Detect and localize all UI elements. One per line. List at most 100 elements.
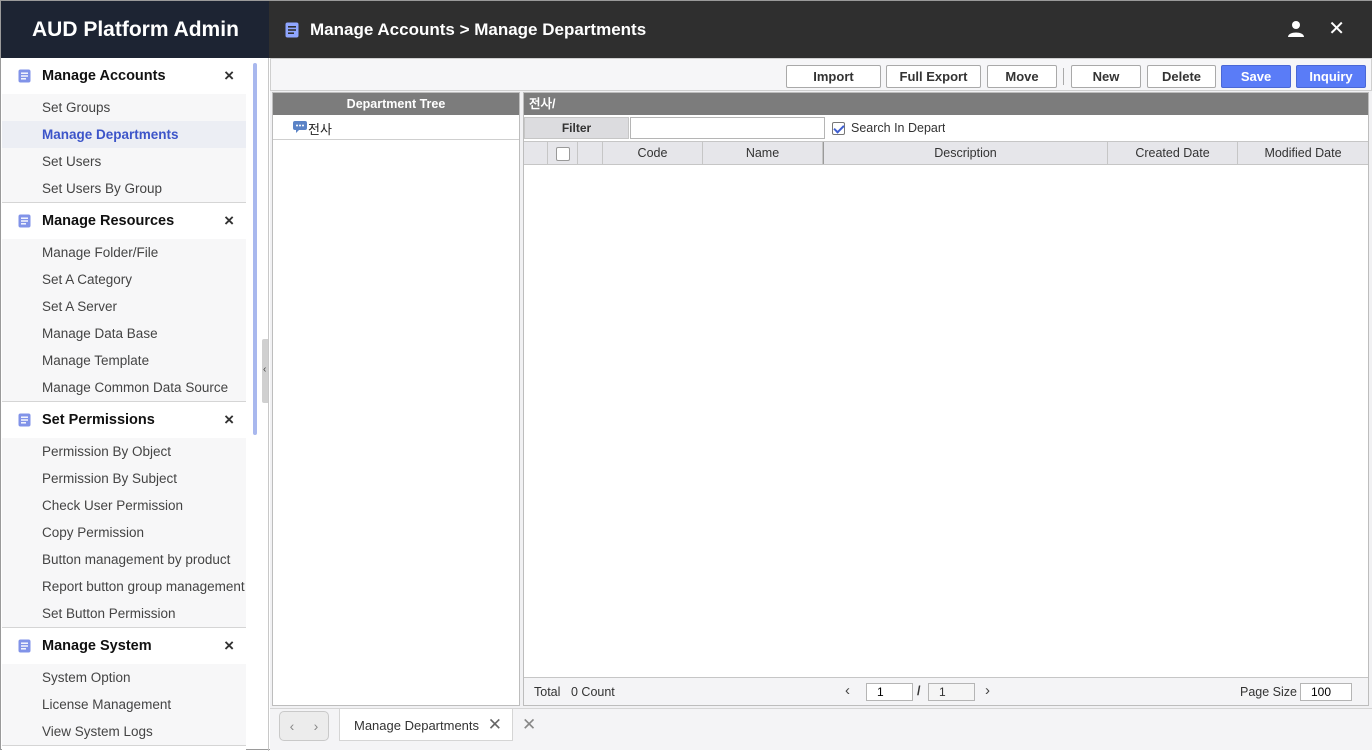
- column-code[interactable]: Code: [603, 142, 703, 164]
- close-icon[interactable]: ×: [224, 67, 234, 85]
- grid-path-header: 전사/: [524, 93, 1368, 115]
- sidebar-item[interactable]: Set Users: [2, 148, 246, 175]
- page-size-input[interactable]: [1300, 683, 1352, 701]
- filter-row: Filter Search In Depart: [524, 116, 1368, 140]
- divider: [268, 58, 269, 751]
- sidebar-item[interactable]: Copy Permission: [2, 519, 246, 546]
- main-content: Import Full Export Move New Delete Save …: [270, 58, 1372, 708]
- sidebar-item[interactable]: Set Groups: [2, 94, 246, 121]
- tree-node[interactable]: 전사: [273, 115, 519, 140]
- breadcrumb: Manage Accounts > Manage Departments: [310, 19, 647, 39]
- sidebar-item[interactable]: Manage Folder/File: [2, 239, 246, 266]
- close-icon[interactable]: ✕: [1328, 19, 1345, 39]
- sidebar-scrollbar[interactable]: [253, 63, 257, 435]
- user-icon[interactable]: [1287, 20, 1305, 38]
- toolbar-separator: [1063, 68, 1064, 85]
- toolbar: Import Full Export Move New Delete Save …: [270, 58, 1372, 91]
- sidebar-section-header[interactable]: Manage Accounts ×: [2, 58, 246, 94]
- close-icon[interactable]: ×: [224, 411, 234, 429]
- app-window: AUD Platform Admin Manage Accounts > Man…: [0, 0, 1372, 751]
- tree-header: Department Tree: [273, 93, 519, 115]
- sidebar-item[interactable]: Check User Permission: [2, 492, 246, 519]
- page-size-label: Page Size: [1240, 685, 1297, 699]
- sidebar-section-items: Set Groups Manage Departments Set Users Set…: [2, 94, 246, 203]
- sidebar-section-items: Manage Folder/File Set A Category Set A Se…: [2, 239, 246, 402]
- app-title: AUD Platform Admin: [1, 1, 269, 58]
- search-in-department-label[interactable]: Search In Depart: [851, 121, 945, 135]
- sidebar-item[interactable]: View System Logs: [2, 718, 246, 745]
- sidebar-section-title[interactable]: Set Permissions: [42, 412, 155, 428]
- sidebar-item[interactable]: System Option: [2, 664, 246, 691]
- chevron-right-icon[interactable]: ›: [314, 718, 319, 734]
- full-export-button[interactable]: Full Export: [886, 65, 981, 88]
- close-icon[interactable]: ×: [224, 212, 234, 230]
- document-icon: [18, 69, 31, 83]
- move-button[interactable]: Move: [987, 65, 1057, 88]
- inquiry-button[interactable]: Inquiry: [1296, 65, 1366, 88]
- sidebar-item[interactable]: Set A Server: [2, 293, 246, 320]
- sidebar-section-title[interactable]: Manage Accounts: [42, 68, 166, 84]
- select-all-checkbox[interactable]: [556, 147, 570, 161]
- speech-bubble-icon: [293, 121, 307, 133]
- document-icon: [18, 413, 31, 427]
- sidebar-item[interactable]: Set A Category: [2, 266, 246, 293]
- total-count: 0 Count: [571, 685, 615, 699]
- department-grid: 전사/ Filter Search In Depart Code Name De…: [523, 92, 1369, 706]
- page-separator: /: [917, 684, 921, 698]
- department-tree: Department Tree 전사: [272, 92, 520, 706]
- search-in-department-checkbox[interactable]: [832, 122, 845, 135]
- grid-footer: Total 0 Count ‹ / 1 › Page Size: [524, 677, 1368, 705]
- column-created-date[interactable]: Created Date: [1108, 142, 1238, 164]
- filter-label: Filter: [524, 117, 629, 139]
- sidebar-item[interactable]: Set Button Permission: [2, 600, 246, 627]
- sidebar-item[interactable]: Button management by product: [2, 546, 246, 573]
- close-icon[interactable]: ×: [224, 637, 234, 655]
- top-bar: Manage Accounts > Manage Departments ✕: [269, 1, 1372, 58]
- filter-input[interactable]: [630, 117, 825, 139]
- status-column: [578, 142, 603, 164]
- current-page-input[interactable]: [866, 683, 913, 701]
- sidebar-item[interactable]: Manage Data Base: [2, 320, 246, 347]
- sidebar: Manage Accounts × Set Groups Manage Departm…: [2, 58, 246, 750]
- import-button[interactable]: Import: [786, 65, 881, 88]
- sidebar-item[interactable]: Permission By Object: [2, 438, 246, 465]
- sidebar-item[interactable]: Manage Template: [2, 347, 246, 374]
- tab-label[interactable]: Manage Departments: [354, 718, 479, 733]
- sidebar-section-header[interactable]: Manage System ×: [2, 628, 246, 664]
- column-name[interactable]: Name: [703, 142, 823, 164]
- document-icon: [18, 214, 31, 228]
- tab-manage-departments[interactable]: Manage Departments ✕: [339, 709, 513, 741]
- chevron-left-icon[interactable]: ‹: [845, 682, 850, 699]
- close-icon[interactable]: ✕: [488, 715, 502, 735]
- sidebar-item[interactable]: Permission By Subject: [2, 465, 246, 492]
- document-icon: [18, 639, 31, 653]
- total-label: Total: [534, 685, 561, 699]
- sidebar-item[interactable]: Set Users By Group: [2, 175, 246, 202]
- document-icon: [285, 22, 299, 37]
- sidebar-item[interactable]: Manage Departments: [2, 121, 246, 148]
- row-indicator-column: [524, 142, 548, 164]
- tree-node-label[interactable]: 전사: [308, 119, 332, 138]
- sidebar-section-title[interactable]: Manage System: [42, 638, 152, 654]
- chevron-right-icon[interactable]: ›: [985, 682, 990, 699]
- sidebar-section-header[interactable]: Set Permissions ×: [2, 402, 246, 438]
- total-pages: 1: [928, 683, 975, 701]
- chevron-left-icon: ‹: [263, 364, 267, 375]
- sidebar-section-header[interactable]: Manage Resources ×: [2, 203, 246, 239]
- new-button[interactable]: New: [1071, 65, 1141, 88]
- delete-button[interactable]: Delete: [1147, 65, 1216, 88]
- column-modified-date[interactable]: Modified Date: [1238, 142, 1368, 164]
- save-button[interactable]: Save: [1221, 65, 1291, 88]
- close-all-tabs-icon[interactable]: ✕: [522, 715, 536, 735]
- sidebar-item[interactable]: Manage Common Data Source: [2, 374, 246, 401]
- tab-navigation[interactable]: ‹ ›: [279, 711, 329, 741]
- sidebar-item[interactable]: Report button group management: [2, 573, 246, 600]
- tab-bar: ‹ › Manage Departments ✕ ✕: [270, 708, 1372, 750]
- sidebar-item[interactable]: License Management: [2, 691, 246, 718]
- chevron-left-icon[interactable]: ‹: [290, 718, 295, 734]
- grid-column-header: Code Name Description Created Date Modif…: [524, 141, 1368, 165]
- sidebar-section-items: System Option License Management View Syst…: [2, 664, 246, 746]
- sidebar-section-items: Permission By Object Permission By Subjec…: [2, 438, 246, 628]
- sidebar-section-title[interactable]: Manage Resources: [42, 213, 174, 229]
- column-description[interactable]: Description: [823, 142, 1108, 164]
